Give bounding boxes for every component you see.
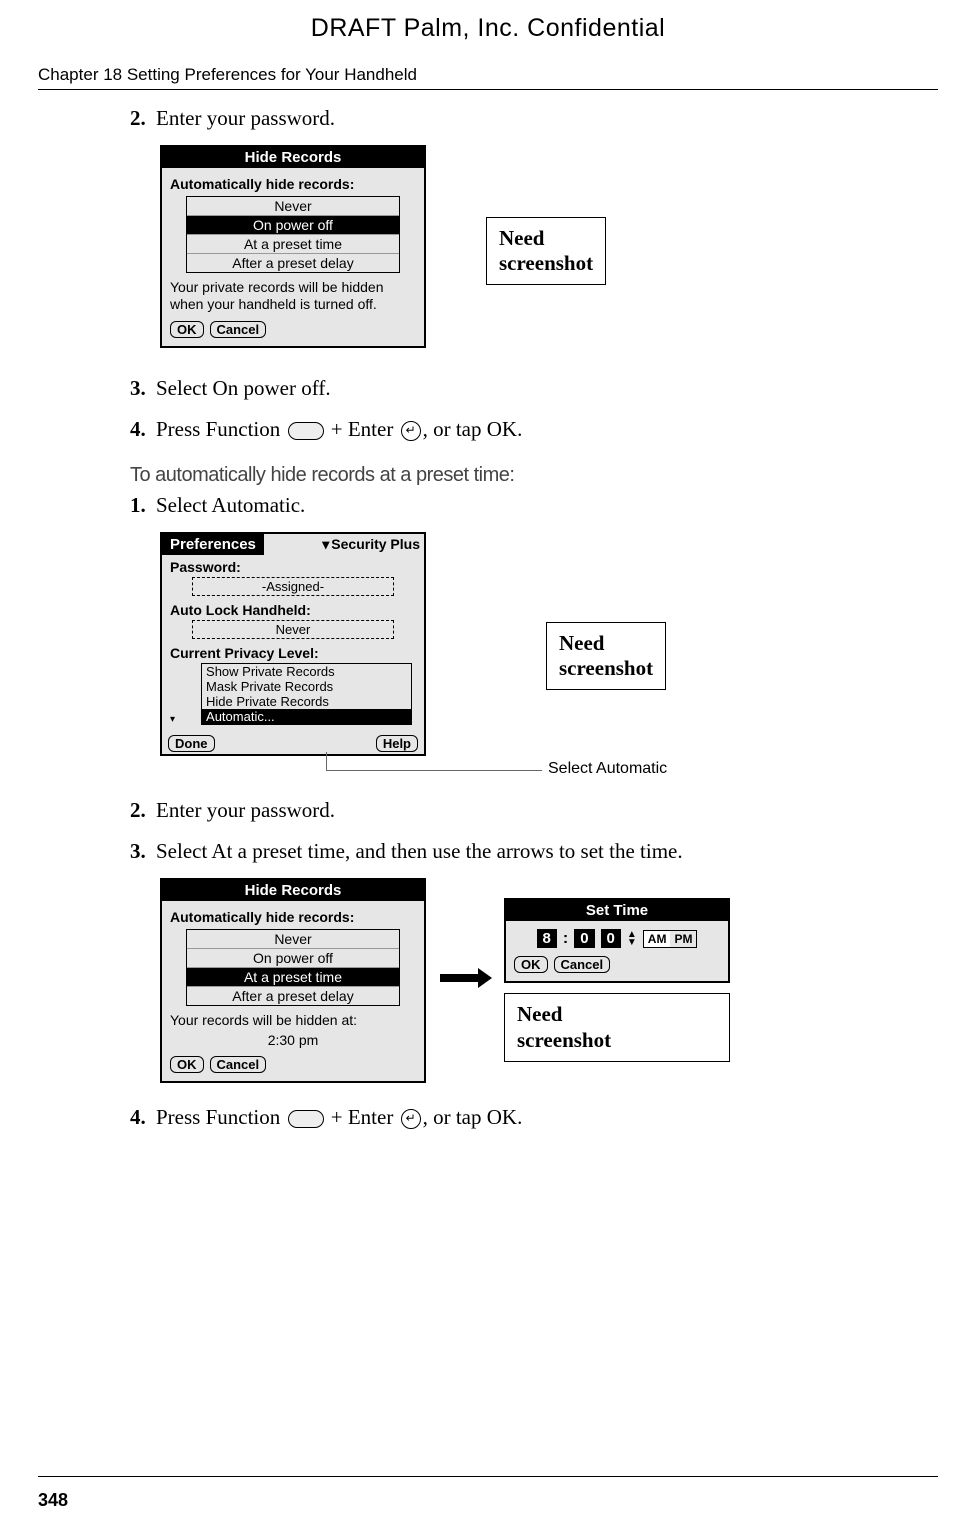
draft-watermark: DRAFT Palm, Inc. Confidential: [0, 0, 976, 43]
hidden-at-label: Your records will be hidden at:: [170, 1012, 416, 1028]
annotation-leader-line: [326, 752, 327, 770]
function-key-icon: [288, 422, 324, 440]
step-text: Press Function + Enter , or tap OK.: [156, 1105, 916, 1130]
auto-hide-label: Automatically hide records:: [170, 176, 416, 192]
step-3: 3. Select On power off.: [130, 376, 916, 401]
hide-records-screenshot-2: Hide Records Automatically hide records:…: [160, 878, 426, 1083]
dialog-title: Hide Records: [162, 880, 424, 901]
minute-ones-field[interactable]: 0: [601, 929, 621, 948]
autolock-field[interactable]: Never: [192, 620, 394, 639]
minute-tens-field[interactable]: 0: [574, 929, 594, 948]
cancel-button[interactable]: Cancel: [554, 956, 611, 973]
step-b4: 4. Press Function + Enter , or tap OK.: [130, 1105, 916, 1130]
step-number: 1.: [130, 493, 156, 518]
subheading-auto-hide-preset: To automatically hide records at a prese…: [130, 464, 916, 487]
dialog-title: Hide Records: [162, 147, 424, 168]
ok-button[interactable]: OK: [170, 1056, 204, 1073]
privacy-level-label: Current Privacy Level:: [170, 645, 416, 661]
step-4: 4. Press Function + Enter , or tap OK.: [130, 417, 916, 442]
ok-button[interactable]: OK: [170, 321, 204, 338]
prefs-title-tab: Preferences: [162, 534, 264, 555]
step-text: Enter your password.: [156, 798, 916, 823]
set-time-title: Set Time: [506, 900, 728, 921]
privacy-option-mask[interactable]: Mask Private Records: [202, 679, 411, 694]
need-screenshot-note-3: Need screenshot: [504, 993, 730, 1061]
enter-key-icon: [401, 421, 421, 441]
step-number: 4.: [130, 1105, 156, 1130]
privacy-option-hide[interactable]: Hide Private Records: [202, 694, 411, 709]
footer-divider: [38, 1476, 938, 1477]
done-button[interactable]: Done: [168, 735, 215, 752]
option-list[interactable]: Never On power off At a preset time Afte…: [186, 929, 400, 1006]
step-number: 4.: [130, 417, 156, 442]
annotation-leader-line: [326, 770, 542, 771]
need-screenshot-note-2: Need screenshot: [546, 622, 666, 690]
option-list[interactable]: Never On power off At a preset time Afte…: [186, 196, 400, 273]
step-number: 2.: [130, 798, 156, 823]
option-preset-delay[interactable]: After a preset delay: [187, 987, 399, 1005]
preferences-screenshot: Preferences ▾Security Plus Password: -As…: [160, 532, 426, 756]
hide-records-screenshot-1: Hide Records Automatically hide records:…: [160, 145, 426, 348]
step-text: Select On power off.: [156, 376, 916, 401]
help-text: Your private records will be hidden when…: [170, 279, 416, 313]
time-spinner[interactable]: ▲▼: [627, 931, 637, 947]
privacy-option-show[interactable]: Show Private Records: [202, 664, 411, 679]
step-text: Press Function + Enter , or tap OK.: [156, 417, 916, 442]
help-button[interactable]: Help: [376, 735, 418, 752]
privacy-popup[interactable]: Show Private Records Mask Private Record…: [201, 663, 412, 725]
function-key-icon: [288, 1110, 324, 1128]
privacy-option-automatic[interactable]: Automatic...: [202, 709, 411, 724]
enter-key-icon: [401, 1109, 421, 1129]
hidden-at-time[interactable]: 2:30 pm: [170, 1032, 416, 1048]
step-2: 2. Enter your password.: [130, 106, 916, 131]
step-number: 3.: [130, 839, 156, 864]
step-number: 2.: [130, 106, 156, 131]
am-pm-toggle[interactable]: AM PM: [643, 930, 698, 948]
auto-hide-label: Automatically hide records:: [170, 909, 416, 925]
step-b2: 2. Enter your password.: [130, 798, 916, 823]
page-number: 348: [38, 1490, 68, 1511]
step-text: Select At a preset time, and then use th…: [156, 839, 916, 864]
option-preset-delay[interactable]: After a preset delay: [187, 254, 399, 272]
step-text: Select Automatic.: [156, 493, 916, 518]
cancel-button[interactable]: Cancel: [210, 1056, 267, 1073]
password-label: Password:: [170, 559, 416, 575]
need-screenshot-note-1: Need screenshot: [486, 217, 606, 285]
hour-field[interactable]: 8: [537, 929, 557, 948]
option-never[interactable]: Never: [187, 930, 399, 949]
annotation-select-automatic: Select Automatic: [548, 760, 667, 778]
step-number: 3.: [130, 376, 156, 401]
cancel-button[interactable]: Cancel: [210, 321, 267, 338]
step-b1: 1. Select Automatic.: [130, 493, 916, 518]
prefs-category-dropdown[interactable]: ▾Security Plus: [318, 534, 424, 555]
option-preset-time[interactable]: At a preset time: [187, 235, 399, 254]
option-preset-time[interactable]: At a preset time: [187, 968, 399, 987]
chapter-header: Chapter 18 Setting Preferences for Your …: [38, 65, 938, 85]
option-on-power-off[interactable]: On power off: [187, 949, 399, 968]
arrow-icon: [438, 968, 492, 993]
ok-button[interactable]: OK: [514, 956, 548, 973]
set-time-screenshot: Set Time 8 : 0 0 ▲▼ AM PM OK: [504, 898, 730, 983]
header-divider: [38, 89, 938, 90]
option-never[interactable]: Never: [187, 197, 399, 216]
step-b3: 3. Select At a preset time, and then use…: [130, 839, 916, 864]
autolock-label: Auto Lock Handheld:: [170, 602, 416, 618]
step-text: Enter your password.: [156, 106, 916, 131]
password-field[interactable]: -Assigned-: [192, 577, 394, 596]
option-on-power-off[interactable]: On power off: [187, 216, 399, 235]
